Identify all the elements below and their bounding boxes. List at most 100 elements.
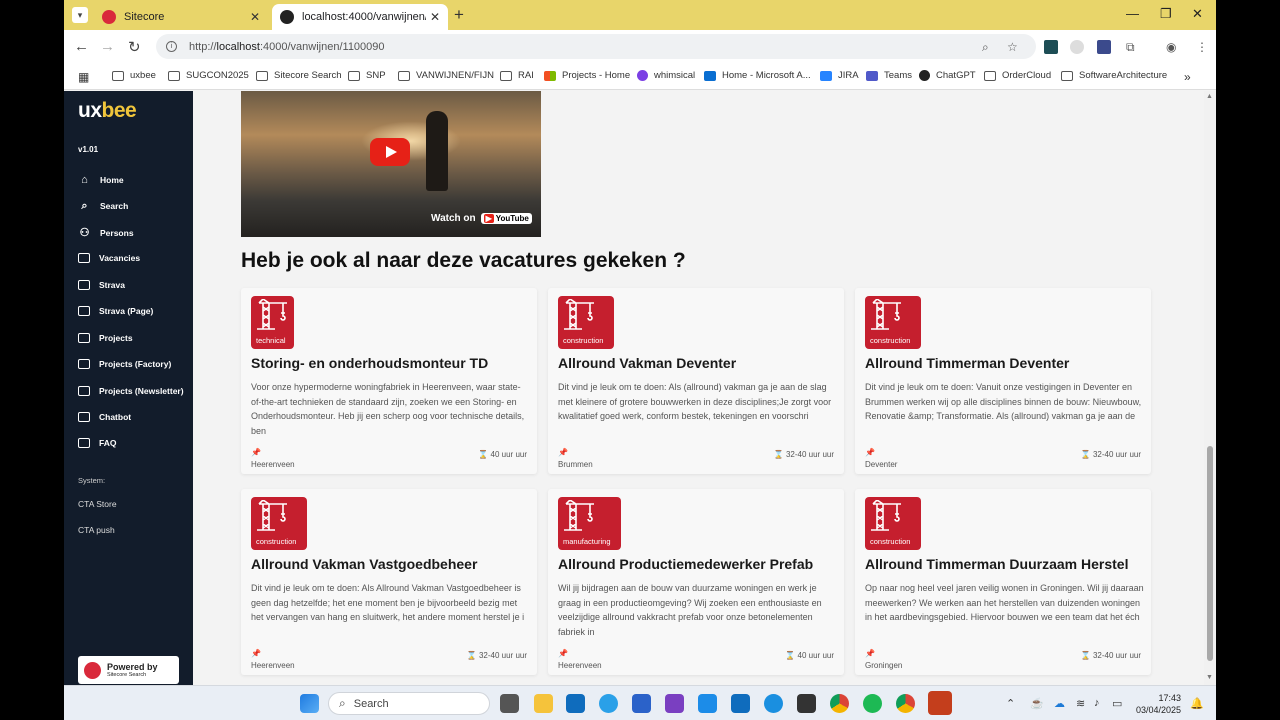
onedrive-icon[interactable]: ☁ <box>1054 697 1065 710</box>
vacancy-title[interactable]: Allround Productiemedewerker Prefab <box>558 556 813 572</box>
sidebar-item-search[interactable]: ⌕ Search <box>78 200 128 212</box>
minimize-icon[interactable]: — <box>1126 6 1139 21</box>
bookmark-link[interactable]: Projects - Home <box>544 70 630 81</box>
vacancy-title[interactable]: Allround Timmerman Duurzaam Herstel <box>865 556 1128 572</box>
outlook-new-icon[interactable] <box>731 694 750 713</box>
app-icon[interactable] <box>764 694 783 713</box>
bookmark-folder[interactable]: SNP <box>348 70 386 81</box>
powered-by-badge[interactable]: Powered by Sitecore Search <box>78 656 179 684</box>
notifications-bell-icon[interactable]: 🔔 <box>1190 697 1204 710</box>
file-explorer-icon[interactable] <box>534 694 553 713</box>
tab-localhost[interactable]: localhost:4000/vanwijnen/1100 ✕ <box>272 4 448 30</box>
restore-icon[interactable]: ❐ <box>1160 6 1172 22</box>
vacancy-card[interactable]: construction Allround Timmerman Deventer D… <box>855 288 1151 474</box>
sidebar-item-cta-push[interactable]: CTA push <box>78 525 115 535</box>
visual-studio-icon[interactable] <box>665 694 684 713</box>
vacancy-title[interactable]: Allround Timmerman Deventer <box>865 355 1069 371</box>
vacancy-card[interactable]: construction Allround Timmerman Duurzaam … <box>855 489 1151 675</box>
tab-close-icon[interactable]: ✕ <box>250 10 260 24</box>
bookmark-link[interactable]: whimsical <box>637 70 695 81</box>
powerpoint-icon[interactable] <box>928 691 952 715</box>
bookmark-folder[interactable]: uxbee <box>112 70 156 81</box>
zoom-icon[interactable]: ⌕ <box>982 40 989 55</box>
battery-icon[interactable]: ▭ <box>1112 697 1122 710</box>
calendar-icon <box>78 438 90 448</box>
play-button-icon[interactable] <box>370 138 410 166</box>
vacancy-title[interactable]: Storing- en onderhoudsmonteur TD <box>251 355 488 371</box>
sidebar-item-persons[interactable]: ⚇ Persons <box>78 227 134 239</box>
sidebar-item-chatbot[interactable]: Chatbot <box>78 412 131 422</box>
tab-close-icon[interactable]: ✕ <box>430 10 440 24</box>
sidebar-item-cta-store[interactable]: CTA Store <box>78 499 117 509</box>
spotify-icon[interactable] <box>863 694 882 713</box>
forward-icon[interactable]: → <box>100 38 115 55</box>
tray-chevron-icon[interactable]: ⌃ <box>1006 697 1015 710</box>
more-bookmarks-icon[interactable]: » <box>1184 70 1191 84</box>
bookmark-folder[interactable]: VANWIJNEN/FIJN <box>398 70 494 81</box>
scrollbar[interactable]: ▲ ▼ <box>1204 91 1216 685</box>
sidebar-item-projects-newsletter[interactable]: Projects (Newsletter) <box>78 386 184 396</box>
sidebar-item-projects[interactable]: Projects <box>78 333 133 343</box>
back-icon[interactable]: ← <box>74 38 89 55</box>
sidebar-item-faq[interactable]: FAQ <box>78 438 116 448</box>
sidebar-item-strava-page[interactable]: Strava (Page) <box>78 306 153 316</box>
bookmark-link[interactable]: Home - Microsoft A... <box>704 70 811 81</box>
address-bar[interactable]: i http://localhost:4000/vanwijnen/110009… <box>156 34 1036 59</box>
vacancy-card[interactable]: construction Allround Vakman Vastgoedbehe… <box>241 489 537 675</box>
bookmark-folder[interactable]: Sitecore Search <box>256 70 342 81</box>
bookmark-folder[interactable]: OrderCloud <box>984 70 1051 81</box>
tray-app-icon[interactable]: ☕ <box>1030 697 1044 710</box>
vacancy-title[interactable]: Allround Vakman Deventer <box>558 355 736 371</box>
window-close-icon[interactable]: ✕ <box>1192 6 1203 22</box>
extension-icon[interactable] <box>1044 40 1058 54</box>
bookmark-star-icon[interactable]: ☆ <box>1007 40 1018 54</box>
vacancy-card[interactable]: construction Allround Vakman Deventer Dit … <box>548 288 844 474</box>
uxbee-logo[interactable]: uxbee <box>78 99 137 123</box>
bookmark-link[interactable]: JIRA <box>820 70 859 81</box>
vacancy-hours: ⌛ 40 uur uur <box>785 651 834 660</box>
youtube-video[interactable]: Watch on ▶ YouTube <box>241 91 541 237</box>
edge-icon[interactable] <box>599 694 618 713</box>
extension-icon[interactable] <box>1070 40 1084 54</box>
taskbar-clock[interactable]: 17:43 03/04/2025 <box>1136 692 1181 716</box>
tab-search-icon[interactable]: ▾ <box>72 7 88 23</box>
bookmark-folder[interactable]: RAI <box>500 70 534 81</box>
sidebar-item-home[interactable]: ⌂ Home <box>78 174 123 186</box>
profile-icon[interactable]: ◉ <box>1166 40 1176 54</box>
sidebar-item-projects-factory[interactable]: Projects (Factory) <box>78 359 171 369</box>
vacancy-card[interactable]: manufacturing Allround Productiemedewerke… <box>548 489 844 675</box>
task-view-icon[interactable] <box>500 694 519 713</box>
apps-grid-icon[interactable]: ▦ <box>78 70 89 84</box>
new-tab-icon[interactable]: + <box>454 5 464 25</box>
extension-icon[interactable] <box>1097 40 1111 54</box>
windows-start-icon[interactable] <box>300 694 319 713</box>
browser-menu-icon[interactable]: ⋮ <box>1196 40 1208 54</box>
wifi-icon[interactable]: ≋ <box>1076 697 1085 710</box>
chrome-canary-icon[interactable] <box>896 694 915 713</box>
store-icon[interactable] <box>632 694 651 713</box>
tab-sitecore[interactable]: Sitecore ✕ <box>94 4 268 30</box>
watch-on-youtube-link[interactable]: Watch on ▶ YouTube <box>431 213 532 224</box>
bookmark-link[interactable]: ChatGPT <box>919 70 976 81</box>
category-badge: construction <box>865 497 921 550</box>
sidebar-item-vacancies[interactable]: Vacancies <box>78 253 140 263</box>
chrome-icon[interactable] <box>830 694 849 713</box>
extensions-puzzle-icon[interactable]: ⧉ <box>1126 40 1135 55</box>
bookmark-folder[interactable]: SUGCON2025 <box>168 70 249 81</box>
sidebar-item-strava[interactable]: Strava <box>78 280 125 290</box>
terminal-icon[interactable] <box>797 694 816 713</box>
volume-icon[interactable]: ♪ <box>1094 697 1100 709</box>
folder-icon <box>168 70 180 81</box>
outlook-icon[interactable] <box>566 694 585 713</box>
site-info-icon[interactable]: i <box>166 41 177 52</box>
scroll-up-icon[interactable]: ▲ <box>1206 93 1213 100</box>
vacancy-title[interactable]: Allround Vakman Vastgoedbeheer <box>251 556 477 572</box>
vacancy-card[interactable]: technical Storing- en onderhoudsmonteur T… <box>241 288 537 474</box>
scrollbar-thumb[interactable] <box>1207 446 1213 661</box>
reload-icon[interactable]: ↻ <box>128 38 141 56</box>
vscode-icon[interactable] <box>698 694 717 713</box>
taskbar-search[interactable]: ⌕ Search <box>328 692 490 715</box>
scroll-down-icon[interactable]: ▼ <box>1206 674 1213 681</box>
bookmark-folder[interactable]: SoftwareArchitecture <box>1061 70 1167 81</box>
bookmark-link[interactable]: Teams <box>866 70 912 81</box>
